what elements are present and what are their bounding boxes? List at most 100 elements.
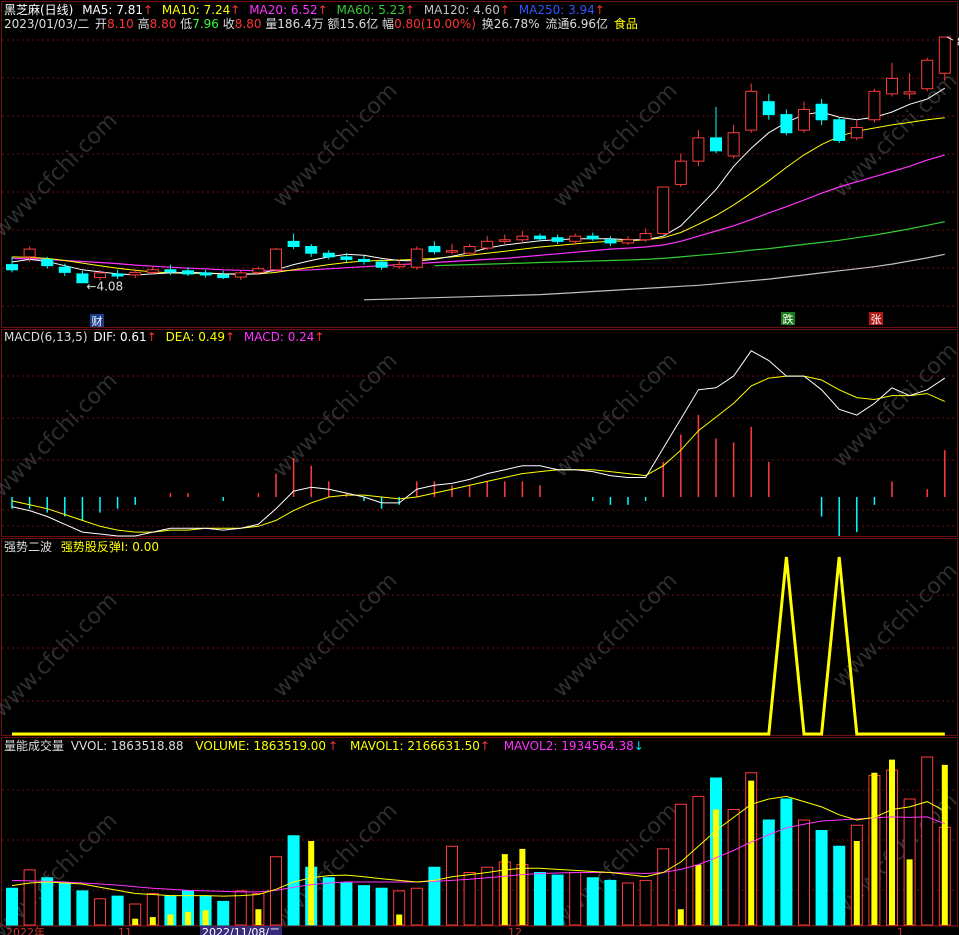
- strength-bar: [396, 914, 403, 925]
- volume-bar: [762, 819, 775, 926]
- volume-bar: [322, 877, 335, 926]
- volume-bar: [639, 879, 652, 926]
- candle-body: [146, 269, 159, 273]
- candle-body: [622, 239, 634, 244]
- candle-body: [481, 240, 494, 249]
- background: [0, 0, 959, 935]
- volume-bar: [833, 845, 846, 926]
- candle: [270, 248, 282, 271]
- candle-body: [270, 248, 282, 271]
- candle: [745, 83, 758, 133]
- strength-bar: [941, 764, 948, 925]
- volume-bar: [41, 877, 54, 926]
- candle-body: [798, 108, 810, 131]
- volume-bar: [375, 887, 388, 926]
- ma250-label: MA250: 3.94↑: [518, 3, 605, 17]
- candle-body: [498, 239, 511, 242]
- candle-body: [287, 240, 300, 248]
- volume-bar: [727, 809, 740, 926]
- quote-high: 高8.80: [137, 17, 177, 31]
- signal-header: 强势二波 强势股反弹I: 0.00: [4, 540, 164, 554]
- strength-bar: [132, 918, 139, 925]
- candle: [921, 57, 934, 92]
- volume-bar: [657, 848, 670, 926]
- candle-body: [58, 266, 71, 273]
- candle-body: [551, 237, 564, 242]
- candle-body: [199, 272, 212, 276]
- quote-amount: 额15.6亿: [327, 17, 379, 31]
- candle: [657, 186, 670, 235]
- candle-body: [358, 258, 370, 263]
- strength-bar: [519, 848, 526, 925]
- axis-label: 2022年: [6, 925, 45, 935]
- signal-name: 强势二波: [4, 540, 53, 554]
- strength-bar: [695, 864, 702, 925]
- candle-body: [410, 248, 423, 268]
- candle-body: [886, 77, 898, 95]
- ma10-label: MA10: 7.24↑: [161, 3, 241, 17]
- badge-cai: 财: [92, 314, 103, 328]
- candle-body: [6, 264, 18, 271]
- quote-open: 开8.10: [95, 17, 134, 31]
- volume-bar: [23, 869, 36, 926]
- volume-bar: [604, 879, 617, 926]
- strength-bar: [871, 772, 878, 925]
- candle: [410, 246, 423, 270]
- quote-date: 2023/01/03/二: [4, 17, 90, 31]
- ma60-label: MA60: 5.23↑: [336, 3, 415, 17]
- strength-bar: [853, 841, 860, 925]
- candle-body: [428, 246, 441, 253]
- candle-body: [780, 114, 793, 134]
- volume-bar: [921, 756, 934, 926]
- volume-bar: [586, 877, 599, 926]
- signal-value: 强势股反弹I: 0.00: [60, 540, 159, 554]
- volume-bar: [340, 882, 353, 926]
- candle-body: [340, 256, 353, 260]
- quote-low: 低7.96: [180, 17, 219, 31]
- volume-bar: [111, 895, 124, 926]
- volume-bar: [58, 882, 71, 926]
- volume-name: 量能成交量: [4, 739, 65, 753]
- strength-bar: [713, 809, 719, 925]
- candle-body: [534, 235, 546, 240]
- volume-bar: [446, 845, 458, 926]
- axis-label: 2022/11/08/二: [202, 926, 280, 935]
- macd-label: MACD: 0.24↑: [243, 330, 325, 344]
- axis-label: 12: [508, 926, 522, 935]
- volume-bar: [76, 890, 89, 926]
- quote-change: 幅0.80(10.00%): [382, 17, 476, 31]
- macd-name: MACD(6,13,5): [4, 330, 88, 344]
- mavol2-label: MAVOL2: 1934564.38: [503, 739, 634, 753]
- candle-body: [815, 103, 828, 121]
- candle-body: [745, 90, 758, 131]
- candle-body: [710, 137, 722, 152]
- volume-bar: [780, 798, 793, 926]
- candle-body: [463, 246, 476, 254]
- dif-label: DIF: 0.61↑: [93, 330, 157, 344]
- strength-bar: [748, 780, 755, 925]
- stock-title: 黑芝麻(日线): [4, 3, 74, 17]
- volume-bar: [551, 874, 564, 926]
- candle-body: [234, 272, 247, 278]
- low-price-label: ←4.08: [86, 280, 123, 294]
- strength-bar: [185, 911, 191, 925]
- strength-bar: [308, 841, 315, 925]
- quote-sector[interactable]: 食品: [614, 17, 638, 31]
- candle-body: [833, 119, 846, 141]
- strength-bar: [906, 859, 913, 925]
- volume-bar: [622, 882, 634, 926]
- candle-body: [23, 248, 36, 258]
- candle-body: [305, 246, 318, 254]
- stock-chart-canvas[interactable]: www.cfchi.com www.cfchi.com www.cfchi.com w…: [0, 0, 959, 935]
- strength-bar: [255, 909, 262, 925]
- candle-body: [692, 137, 705, 162]
- axis-label: 1: [897, 926, 904, 935]
- mavol1-label: MAVOL1: 2166631.50: [349, 739, 480, 753]
- candle-body: [446, 250, 458, 253]
- candle-body: [868, 90, 881, 121]
- candle-body: [639, 233, 652, 241]
- dea-label: DEA: 0.49↑: [165, 330, 236, 344]
- ma120-label: MA120: 4.60↑: [423, 3, 510, 17]
- candle-body: [322, 252, 335, 258]
- candle-body: [164, 269, 177, 273]
